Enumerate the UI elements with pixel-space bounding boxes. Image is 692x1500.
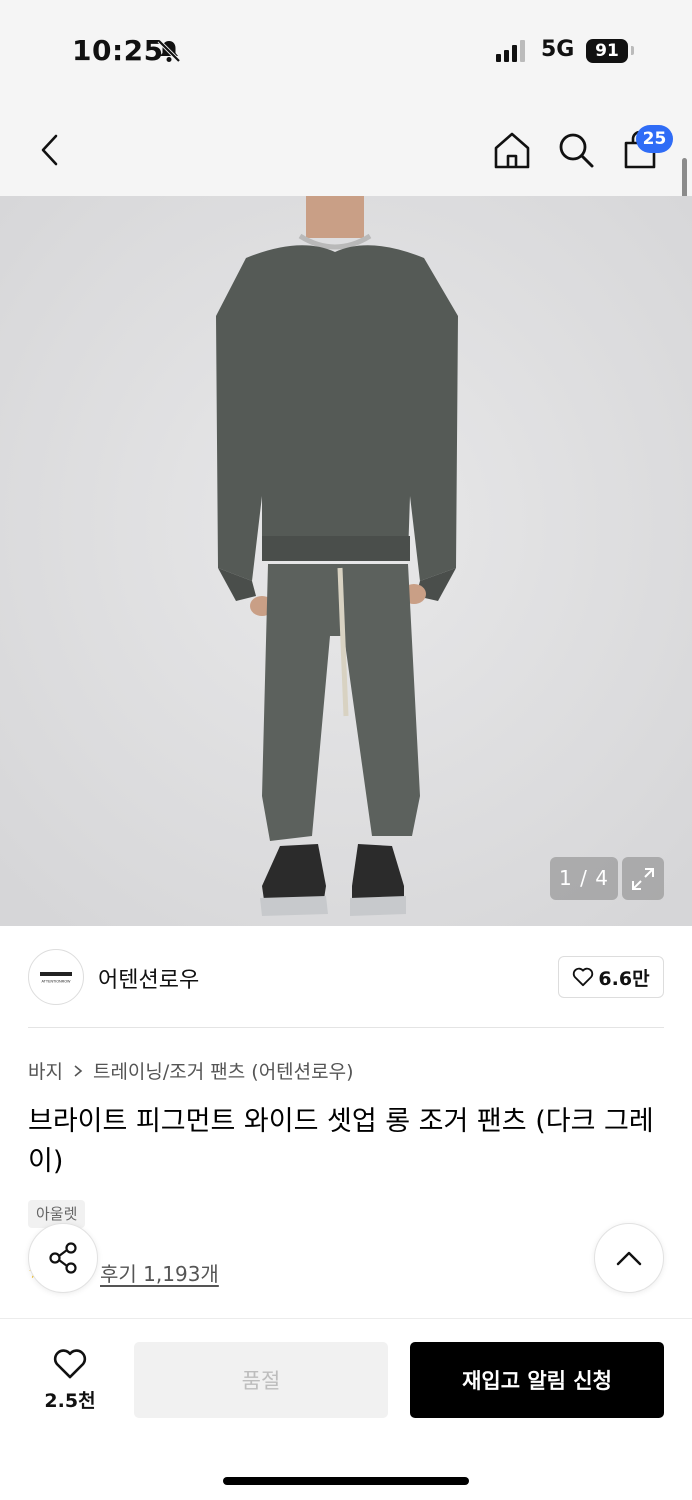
bell-muted-icon <box>156 38 182 68</box>
heart-icon <box>53 1348 87 1378</box>
scroll-top-button[interactable] <box>594 1223 664 1293</box>
battery-icon: 91 <box>586 39 628 63</box>
soldout-button: 품절 <box>134 1342 388 1418</box>
review-link[interactable]: 후기 1,193개 <box>100 1258 219 1287</box>
wishlist-count: 2.5천 <box>44 1389 96 1412</box>
share-button[interactable] <box>28 1223 98 1293</box>
model-photo <box>0 196 692 926</box>
product-title: 브라이트 피그먼트 와이드 셋업 롱 조거 팬츠 (다크 그레이) <box>28 1106 654 1177</box>
network-label: 5G <box>541 37 575 62</box>
brand-like-button[interactable]: 6.6만 <box>558 956 664 998</box>
signal-icon <box>496 40 525 62</box>
cart-count-badge: 25 <box>636 125 673 153</box>
image-counter: 1 / 4 <box>550 857 618 900</box>
chevron-right-icon <box>74 1064 83 1077</box>
expand-button[interactable] <box>622 857 664 900</box>
brand-like-count: 6.6만 <box>598 967 650 990</box>
status-bar: 10:25 5G 91 <box>0 0 692 100</box>
breadcrumb-item[interactable]: 트레이닝/조거 팬츠 (어텐션로우) <box>93 1057 354 1084</box>
chevron-left-icon <box>41 134 58 166</box>
brand-row[interactable]: ATTENTIONROW 어텐션로우 6.6만 <box>28 926 664 1028</box>
status-time: 10:25 <box>72 34 164 67</box>
product-image[interactable] <box>0 196 692 926</box>
breadcrumb-item[interactable]: 바지 <box>28 1057 63 1084</box>
svg-text:ATTENTIONROW: ATTENTIONROW <box>42 980 71 984</box>
brand-logo: ATTENTIONROW <box>28 949 84 1005</box>
breadcrumb: 바지 트레이닝/조거 팬츠 (어텐션로우) <box>28 1057 354 1084</box>
chevron-up-icon <box>616 1251 642 1266</box>
home-icon <box>494 132 530 169</box>
brand-logo-mark: ATTENTIONROW <box>40 972 72 984</box>
home-button[interactable] <box>490 128 534 172</box>
search-button[interactable] <box>554 128 598 172</box>
battery-tip <box>631 46 634 55</box>
share-icon <box>49 1242 77 1274</box>
search-icon <box>559 133 594 168</box>
back-button[interactable] <box>30 128 70 172</box>
heart-icon <box>573 967 594 987</box>
wishlist-button[interactable]: 2.5천 <box>30 1342 110 1418</box>
brand-name[interactable]: 어텐션로우 <box>98 962 199 994</box>
restock-alert-button[interactable]: 재입고 알림 신청 <box>410 1342 664 1418</box>
expand-icon <box>632 867 654 890</box>
home-indicator[interactable] <box>223 1477 469 1485</box>
